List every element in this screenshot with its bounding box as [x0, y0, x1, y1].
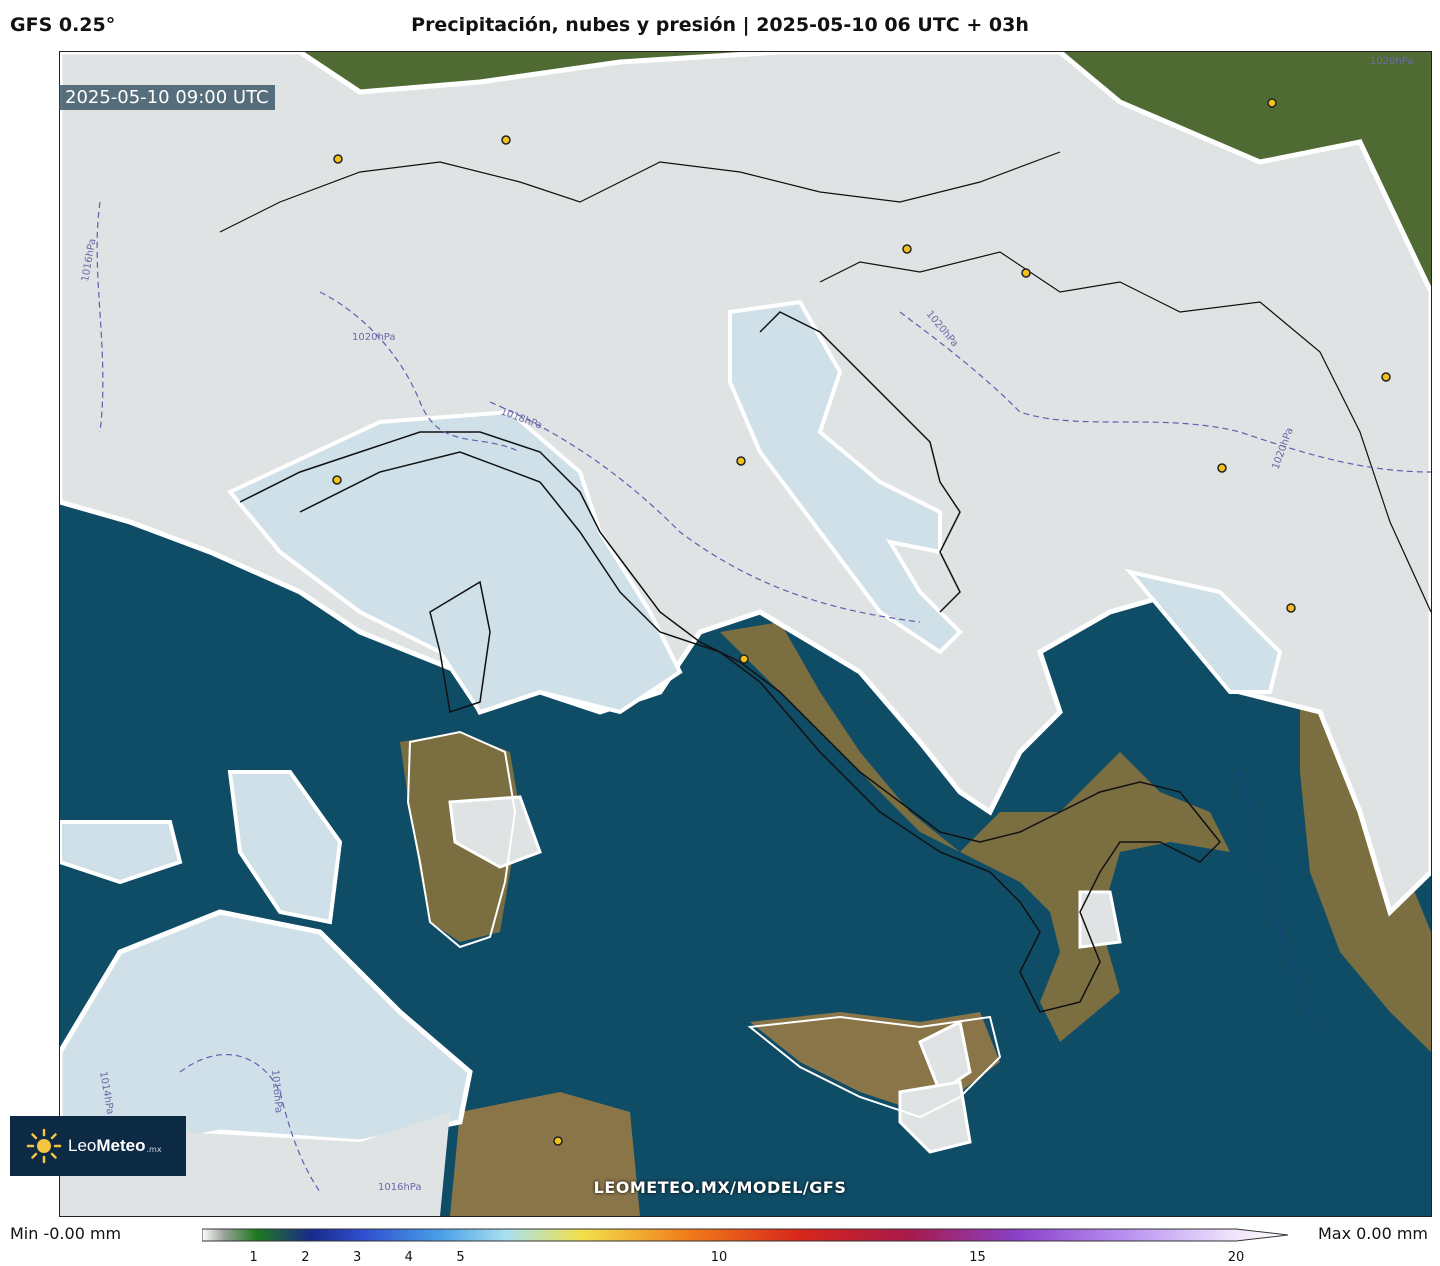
colorbar-tick-label: 3: [352, 1250, 362, 1265]
city-marker[interactable]: [553, 1136, 563, 1146]
leometeo-logo[interactable]: LeoMeteo .mx: [10, 1116, 186, 1176]
colorbar-tick-label: 1: [249, 1250, 258, 1265]
colorbar-tick-label: 5: [456, 1250, 465, 1265]
city-marker[interactable]: [501, 135, 511, 145]
colorbar-tick-label: 2: [301, 1250, 310, 1265]
city-marker[interactable]: [1381, 372, 1391, 382]
city-marker[interactable]: [1217, 463, 1227, 473]
city-marker[interactable]: [739, 654, 749, 664]
isobar-label-3: 1020hPa: [352, 332, 396, 343]
isobar-label-9: 1016hPa: [378, 1182, 422, 1193]
city-marker[interactable]: [333, 154, 343, 164]
city-marker[interactable]: [1021, 268, 1031, 278]
city-marker[interactable]: [1267, 98, 1277, 108]
forecast-timestamp: 2025-05-10 09:00 UTC: [59, 85, 275, 110]
sun-icon: [26, 1128, 62, 1164]
isobar-label-1: 1020hPa: [1370, 56, 1414, 67]
tunisia-land: [450, 1092, 640, 1216]
max-precip-label: Max 0.00 mm: [1317, 1224, 1428, 1243]
precip-colorbar: [202, 1228, 1289, 1242]
chart-title: Precipitación, nubes y presión | 2025-05…: [411, 14, 1029, 36]
colorbar-tick-label: 15: [969, 1250, 986, 1265]
city-marker[interactable]: [736, 456, 746, 466]
colorbar-tick-label: 10: [710, 1250, 728, 1265]
colorbar-tick-label: 4: [404, 1250, 413, 1265]
city-marker[interactable]: [902, 244, 912, 254]
logo-tld: .mx: [146, 1144, 162, 1154]
city-marker[interactable]: [1286, 603, 1296, 613]
colorbar-tick-label: 20: [1227, 1250, 1245, 1265]
weather-map[interactable]: 1020hPa 1016hPa 1020hPa 1018hPa 1020hPa …: [59, 51, 1432, 1217]
min-precip-label: Min -0.00 mm: [10, 1224, 122, 1243]
map-canvas: 1020hPa 1016hPa 1020hPa 1018hPa 1020hPa …: [60, 52, 1431, 1216]
logo-text: LeoMeteo: [68, 1136, 146, 1155]
city-marker[interactable]: [332, 475, 342, 485]
watermark-url: LEOMETEO.MX/MODEL/GFS: [593, 1178, 847, 1197]
